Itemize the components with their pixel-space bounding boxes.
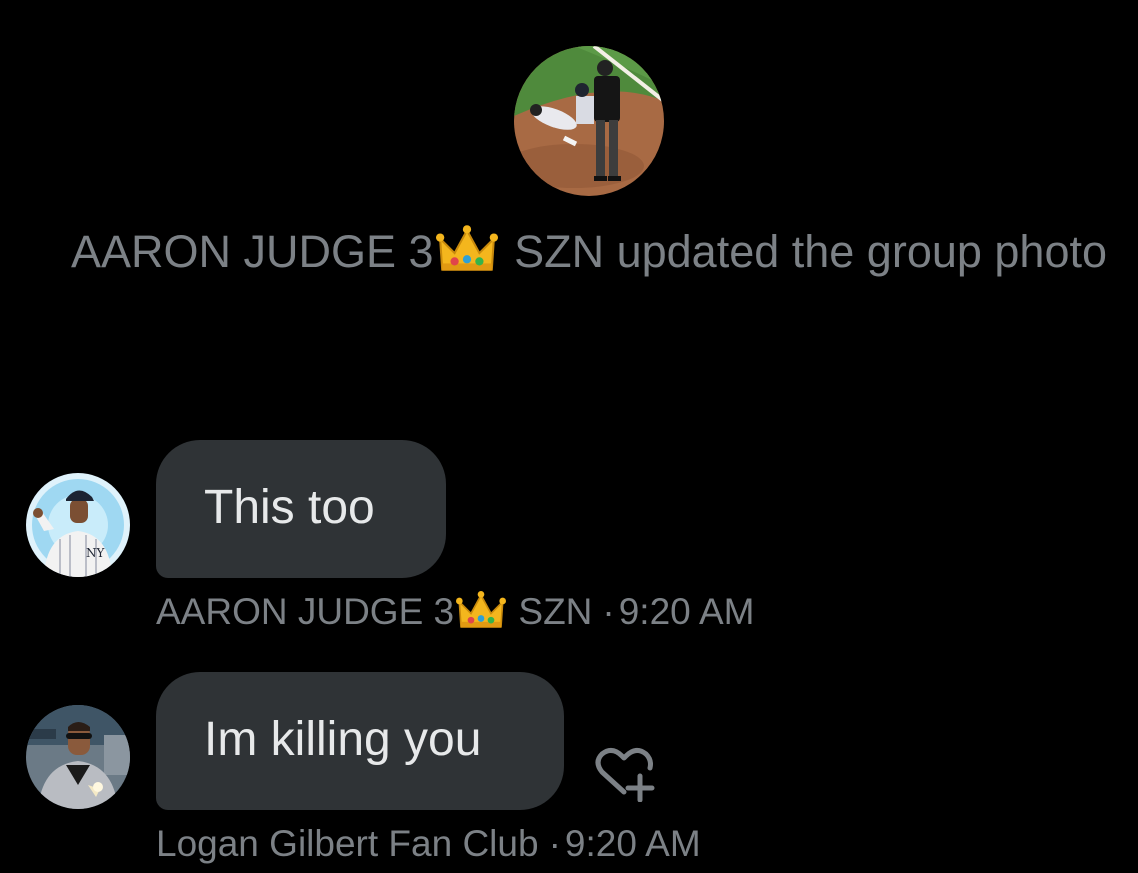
group-photo-update-notice: AARON JUDGE 3 SZN updated the group phot… — [60, 222, 1118, 282]
svg-text:NY: NY — [86, 546, 106, 560]
sender-name-suffix: SZN — [508, 591, 593, 632]
actor-name-suffix: SZN — [501, 226, 605, 277]
group-event-action: updated the group photo — [604, 226, 1108, 277]
sender-name-prefix: AARON JUDGE 3 — [156, 591, 455, 632]
message-text: This too — [204, 481, 375, 534]
message-text: Im killing you — [204, 713, 482, 766]
message-time: 9:20 AM — [564, 823, 701, 864]
message-bubble[interactable]: Im killing you — [156, 672, 564, 810]
message-meta: AARON JUDGE 3 SZN · 9:20 AM — [156, 590, 755, 634]
meta-separator: · — [548, 823, 561, 864]
group-photo[interactable] — [514, 46, 664, 196]
message-time: 9:20 AM — [618, 591, 755, 632]
meta-separator: · — [602, 591, 615, 632]
message-bubble[interactable]: This too — [156, 440, 446, 578]
heart-plus-icon[interactable] — [594, 746, 656, 802]
actor-name-prefix: AARON JUDGE 3 — [70, 226, 434, 277]
message-meta: Logan Gilbert Fan Club · 9:20 AM — [156, 822, 701, 866]
crown-emoji-icon — [456, 591, 507, 628]
sender-name: Logan Gilbert Fan Club — [156, 823, 539, 864]
crown-emoji-icon — [435, 225, 498, 271]
man-in-suit-avatar[interactable] — [26, 705, 130, 809]
baseball-player-avatar[interactable]: NY — [26, 473, 130, 577]
